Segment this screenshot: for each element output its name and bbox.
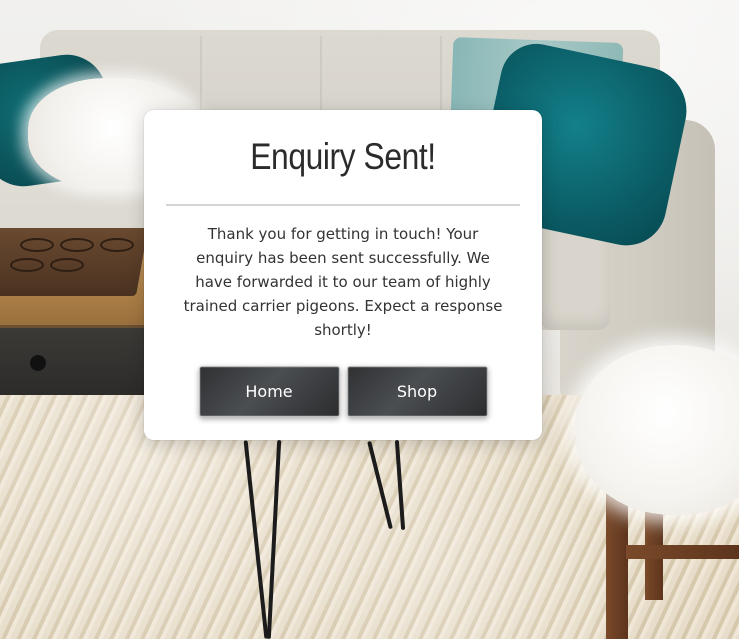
modal-actions: Home Shop <box>144 366 542 417</box>
tray-cell <box>100 238 134 252</box>
home-button[interactable]: Home <box>198 366 340 417</box>
stool-rail <box>626 545 739 559</box>
tray-cell <box>10 258 44 272</box>
modal-title: Enquiry Sent! <box>250 136 436 177</box>
modal-divider <box>166 204 520 206</box>
enquiry-sent-modal: Enquiry Sent! Thank you for getting in t… <box>144 110 542 440</box>
tray-cell <box>50 258 84 272</box>
modal-message: Thank you for getting in touch! Your enq… <box>183 225 503 339</box>
shop-button[interactable]: Shop <box>346 366 488 417</box>
coffee-table-hole <box>30 355 46 371</box>
tray-cell <box>60 238 94 252</box>
tray-cell <box>20 238 54 252</box>
